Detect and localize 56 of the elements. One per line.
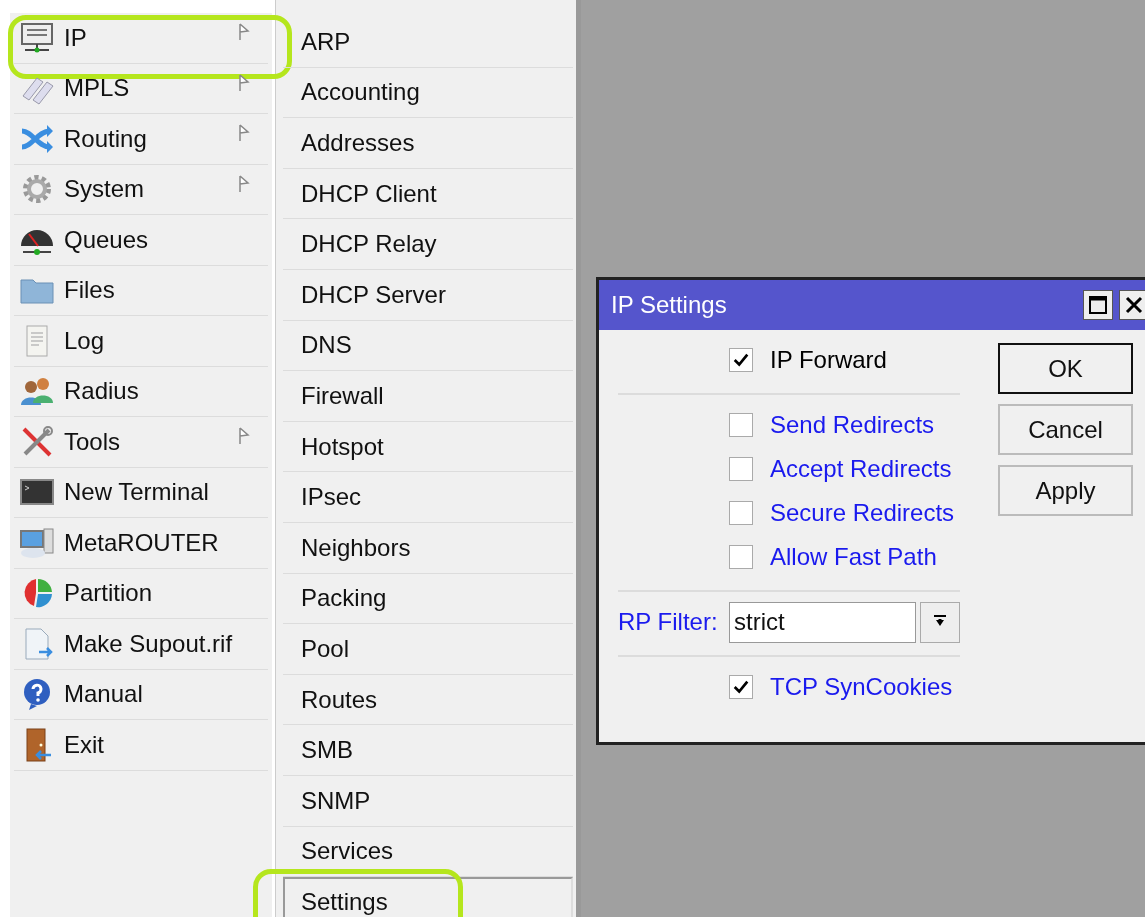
submenu-item[interactable]: Services [283, 826, 573, 877]
submenu-item[interactable]: Packing [283, 573, 573, 624]
submenu-item[interactable]: ARP [283, 17, 573, 67]
submenu-item[interactable]: DHCP Server [283, 269, 573, 320]
checkbox[interactable] [729, 457, 753, 481]
menu-item[interactable]: Log [64, 326, 105, 355]
submenu-item[interactable]: Routes [283, 674, 573, 725]
menu-item[interactable]: Make Supout.rif [64, 629, 233, 658]
menu-item[interactable]: MPLS [64, 74, 130, 103]
menu-item[interactable]: Radius [64, 377, 139, 406]
checkbox-label: Secure Redirects [770, 499, 955, 527]
submenu-item[interactable]: Accounting [283, 67, 573, 118]
maximize-icon [1088, 295, 1108, 315]
checkbox-label: TCP SynCookies [770, 673, 953, 701]
submenu-item[interactable]: SMB [283, 725, 573, 775]
checkbox-label: IP Forward [770, 346, 887, 374]
select-field[interactable]: strict [729, 601, 916, 643]
maximize-button[interactable] [1083, 290, 1113, 320]
checkbox-label: Send Redirects [770, 411, 935, 439]
submenu-item[interactable]: Hotspot [283, 421, 573, 472]
submenu-item[interactable]: Settings [283, 877, 573, 917]
checkbox-label: Accept Redirects [770, 455, 952, 483]
submenu-item[interactable]: Neighbors [283, 522, 573, 573]
checkbox-label: Allow Fast Path [770, 543, 937, 571]
submenu-item[interactable]: Pool [283, 624, 573, 674]
window-title: IP Settings [611, 291, 728, 319]
menu-item[interactable]: Partition [64, 579, 153, 608]
menu-item[interactable]: Manual [64, 680, 143, 709]
dropdown-button[interactable] [920, 601, 960, 643]
close-icon [1124, 295, 1144, 315]
checkbox[interactable] [729, 501, 753, 525]
menu-item[interactable]: Exit [64, 730, 104, 759]
menu-item[interactable]: IP [64, 23, 87, 52]
submenu-item[interactable]: Addresses [283, 118, 573, 168]
menu-item[interactable]: Files [64, 276, 115, 305]
menu-item[interactable]: Routing [64, 124, 147, 153]
submenu-item[interactable]: DHCP Client [283, 168, 573, 219]
menu-item[interactable]: Tools [64, 427, 121, 456]
submenu-item[interactable]: SNMP [283, 775, 573, 826]
checkbox[interactable] [729, 413, 753, 437]
submenu-item[interactable]: Firewall [283, 371, 573, 421]
menu-item[interactable]: System [64, 175, 144, 204]
menu-item[interactable]: MetaROUTER [64, 528, 219, 557]
menu-item[interactable]: New Terminal [64, 478, 209, 507]
submenu-item[interactable]: DHCP Relay [283, 219, 573, 269]
field-label: RP Filter: [618, 608, 719, 636]
menu-item[interactable]: Queues [64, 225, 149, 254]
close-button[interactable] [1119, 290, 1145, 320]
dialog-button[interactable]: OK [998, 343, 1133, 394]
checkbox[interactable] [729, 675, 753, 699]
submenu-item[interactable]: DNS [283, 320, 573, 371]
checkbox[interactable] [729, 348, 753, 372]
checkbox[interactable] [729, 545, 753, 569]
submenu-item[interactable]: IPsec [283, 472, 573, 522]
dialog-button[interactable]: Cancel [998, 404, 1133, 455]
dialog-button[interactable]: Apply [998, 465, 1133, 516]
